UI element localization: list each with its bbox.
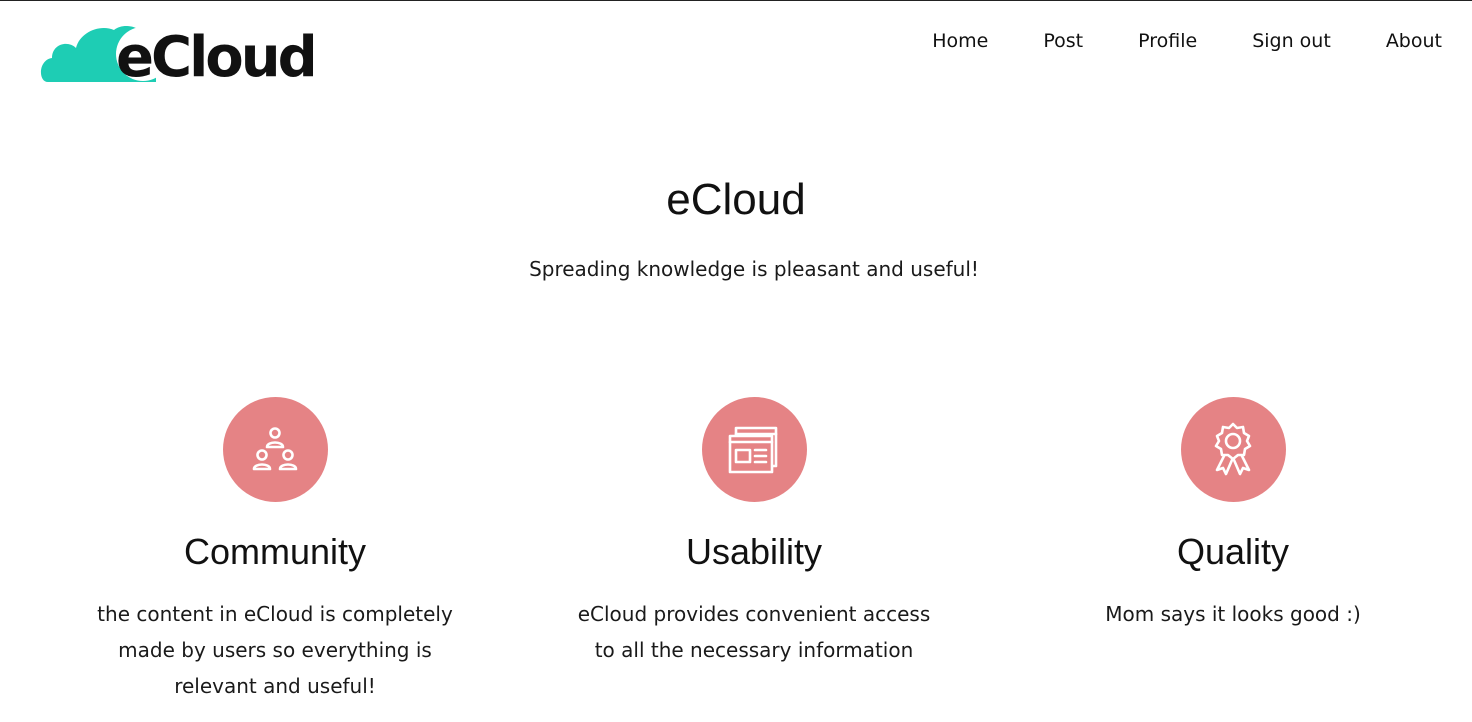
hero-subtitle: Spreading knowledge is pleasant and usef…	[529, 257, 979, 281]
feature-title: Community	[183, 531, 367, 572]
feature-community: Community the content in eCloud is compl…	[55, 397, 495, 704]
newspaper-icon	[728, 426, 778, 473]
nav-home[interactable]: Home	[932, 28, 988, 54]
main-nav: Home Post Profile Sign out About	[877, 28, 1442, 54]
hero-title: eCloud	[666, 175, 806, 224]
top-border	[0, 0, 1472, 1]
feature-icon-circle	[1180, 397, 1286, 502]
feature-description: the content in eCloud is completely made…	[97, 602, 453, 698]
feature-description: eCloud provides convenient access to all…	[577, 602, 931, 662]
nav-profile[interactable]: Profile	[1138, 28, 1197, 54]
nav-post[interactable]: Post	[1043, 28, 1083, 54]
community-icon	[252, 426, 298, 470]
nav-about[interactable]: About	[1386, 28, 1442, 54]
award-ribbon-icon	[1214, 422, 1252, 475]
feature-icon-circle	[222, 397, 328, 502]
feature-title: Quality	[1176, 531, 1290, 572]
feature-quality: Quality Mom says it looks good :)	[1013, 397, 1453, 632]
feature-icon-circle	[701, 397, 807, 502]
ecloud-logo[interactable]: eCloud	[40, 18, 320, 86]
feature-title: Usability	[685, 531, 823, 572]
svg-text:eCloud: eCloud	[116, 25, 315, 86]
feature-description: Mom says it looks good :)	[1105, 602, 1361, 626]
nav-sign-out[interactable]: Sign out	[1252, 28, 1331, 54]
feature-usability: Usability eCloud provides convenient acc…	[534, 397, 974, 668]
